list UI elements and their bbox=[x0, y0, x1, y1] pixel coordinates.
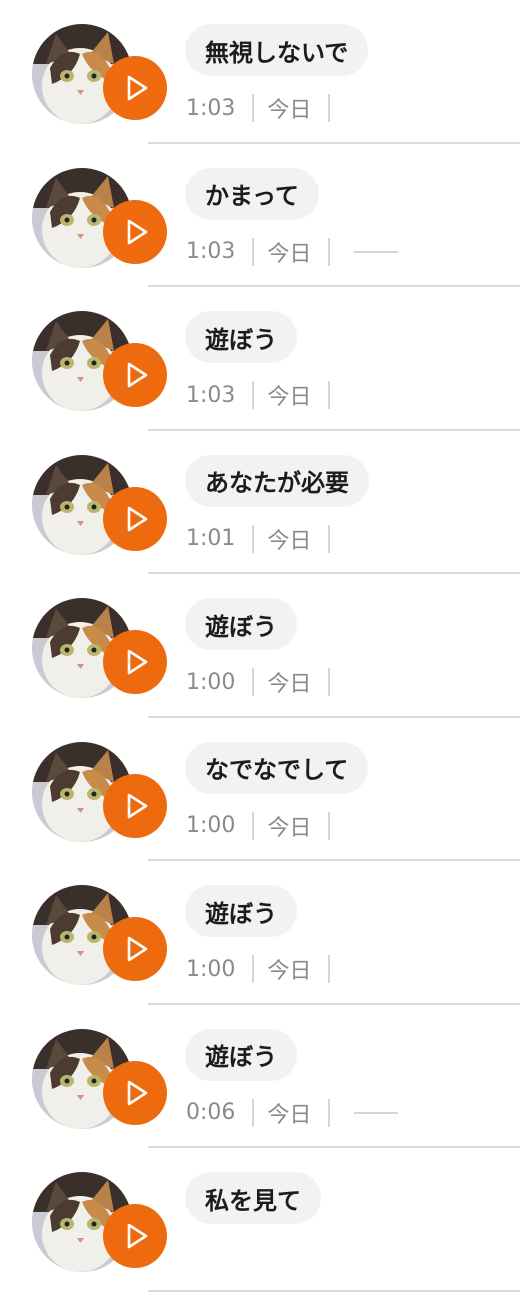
list-item[interactable]: 遊ぼう 0:06 今日 bbox=[0, 1005, 520, 1148]
separator bbox=[328, 524, 331, 553]
separator bbox=[252, 1098, 255, 1127]
play-button[interactable] bbox=[103, 917, 167, 981]
date-label: 今日 bbox=[267, 241, 312, 267]
date-label: 今日 bbox=[267, 385, 312, 410]
list-item[interactable]: 遊ぼう 1:03 今日 bbox=[0, 287, 520, 431]
message-bubble[interactable]: かまって bbox=[185, 167, 319, 220]
message-meta: 1:03 今日 bbox=[186, 91, 331, 125]
message-meta: 1:00 今日 bbox=[186, 952, 331, 986]
separator bbox=[328, 668, 331, 696]
separator bbox=[328, 1098, 331, 1127]
play-button[interactable] bbox=[103, 630, 167, 694]
message-meta: 1:01 今日 bbox=[186, 522, 331, 556]
list-item[interactable]: 無視しないで 1:03 今日 bbox=[0, 0, 520, 144]
message-bubble[interactable]: 遊ぼう bbox=[185, 1028, 297, 1081]
separator bbox=[252, 237, 255, 266]
play-icon bbox=[122, 793, 148, 819]
duration: 0:06 bbox=[186, 1100, 236, 1125]
separator bbox=[328, 955, 331, 983]
divider bbox=[148, 1289, 520, 1292]
play-icon bbox=[122, 1080, 148, 1106]
duration: 1:00 bbox=[186, 956, 236, 982]
date-label: 今日 bbox=[267, 815, 312, 841]
separator bbox=[328, 381, 331, 409]
play-button[interactable] bbox=[103, 56, 167, 120]
duration: 1:03 bbox=[186, 239, 236, 264]
waveform-line bbox=[354, 250, 399, 253]
date-label: 今日 bbox=[267, 959, 312, 984]
duration: 1:03 bbox=[186, 382, 236, 408]
separator bbox=[252, 668, 255, 696]
message-bubble[interactable]: 遊ぼう bbox=[185, 885, 297, 937]
play-icon bbox=[122, 649, 148, 675]
separator bbox=[328, 237, 331, 266]
date-label: 今日 bbox=[267, 528, 312, 554]
message-bubble[interactable]: あなたが必要 bbox=[185, 454, 369, 507]
duration: 1:01 bbox=[186, 526, 236, 551]
message-meta: 1:03 今日 bbox=[186, 235, 399, 269]
separator bbox=[252, 381, 255, 409]
play-button[interactable] bbox=[103, 343, 167, 407]
play-icon bbox=[122, 219, 148, 245]
separator bbox=[252, 524, 255, 553]
list-item[interactable]: かまって 1:03 今日 bbox=[0, 144, 520, 287]
play-button[interactable] bbox=[103, 486, 167, 551]
play-icon bbox=[122, 936, 148, 962]
list-item[interactable]: あなたが必要 1:01 今日 bbox=[0, 431, 520, 574]
duration: 1:00 bbox=[186, 813, 236, 838]
message-bubble[interactable]: なでなでして bbox=[185, 741, 369, 794]
separator bbox=[252, 811, 255, 840]
list-item[interactable]: 遊ぼう 1:00 今日 bbox=[0, 861, 520, 1005]
message-bubble[interactable]: 遊ぼう bbox=[185, 598, 297, 650]
list-item[interactable]: 私を見て bbox=[0, 1148, 520, 1292]
separator bbox=[252, 955, 255, 983]
separator bbox=[252, 94, 255, 122]
play-icon bbox=[122, 75, 148, 101]
date-label: 今日 bbox=[267, 672, 312, 697]
play-icon bbox=[122, 362, 148, 388]
separator bbox=[328, 94, 331, 122]
play-icon bbox=[122, 506, 148, 532]
voice-message-list: 無視しないで 1:03 今日 かまって 1:03 今日 遊ぼう 1:03 今日 あなたが必要 1:0… bbox=[0, 0, 520, 1292]
play-button[interactable] bbox=[103, 199, 167, 264]
message-meta: 1:00 今日 bbox=[186, 665, 331, 699]
play-button[interactable] bbox=[103, 1204, 167, 1268]
message-meta: 0:06 今日 bbox=[186, 1096, 399, 1130]
duration: 1:00 bbox=[186, 669, 236, 695]
duration: 1:03 bbox=[186, 95, 236, 121]
message-bubble[interactable]: 私を見て bbox=[185, 1172, 321, 1224]
date-label: 今日 bbox=[267, 98, 312, 123]
play-button[interactable] bbox=[103, 773, 167, 838]
separator bbox=[328, 811, 331, 840]
message-bubble[interactable]: 遊ぼう bbox=[185, 311, 297, 363]
message-meta: 1:00 今日 bbox=[186, 809, 331, 843]
list-item[interactable]: なでなでして 1:00 今日 bbox=[0, 718, 520, 861]
message-bubble[interactable]: 無視しないで bbox=[185, 24, 369, 76]
play-icon bbox=[122, 1223, 148, 1249]
list-item[interactable]: 遊ぼう 1:00 今日 bbox=[0, 574, 520, 718]
message-meta: 1:03 今日 bbox=[186, 378, 331, 412]
play-button[interactable] bbox=[103, 1060, 167, 1125]
waveform-line bbox=[354, 1111, 399, 1114]
date-label: 今日 bbox=[267, 1102, 312, 1128]
